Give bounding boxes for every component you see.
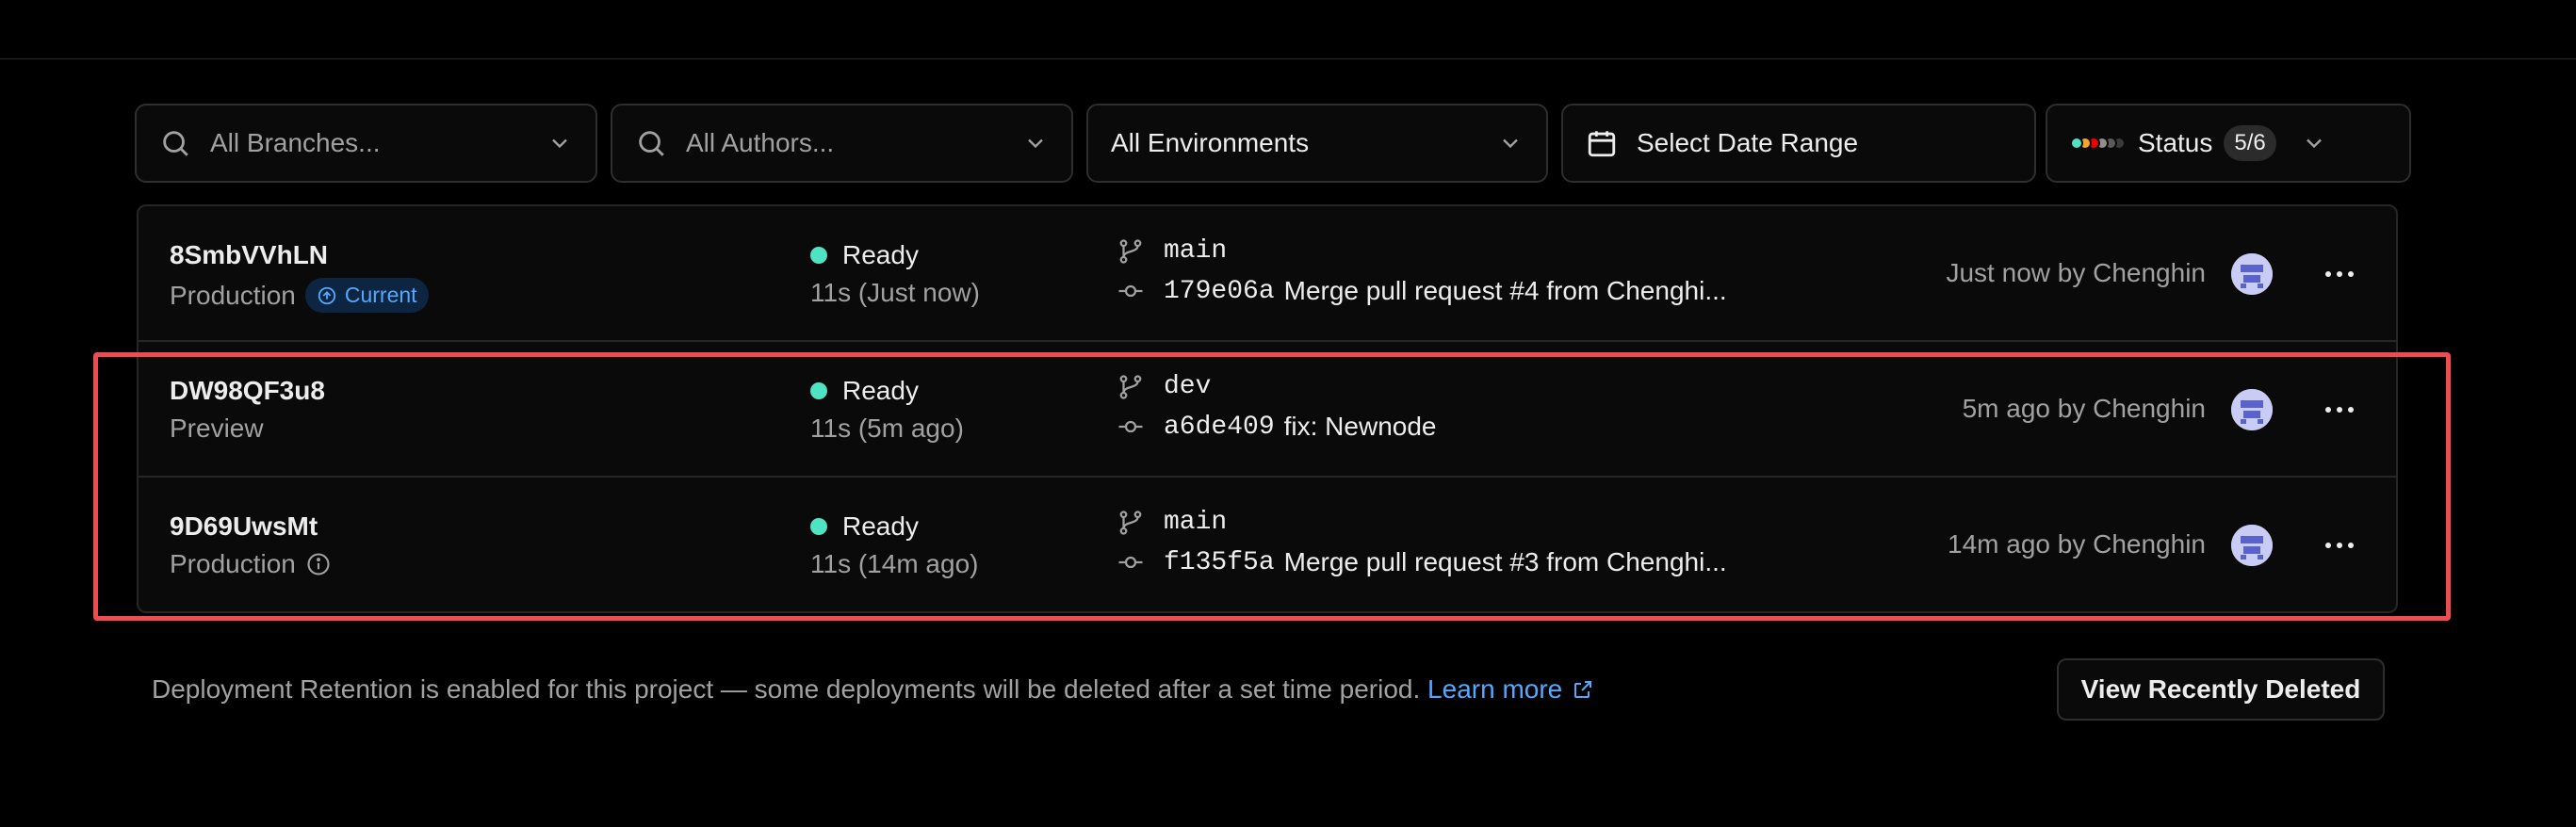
deployment-row[interactable]: DW98QF3u8 Preview Ready 11s (5m ago) dev… xyxy=(139,342,2396,478)
environments-select[interactable]: All Environments xyxy=(1086,104,1548,183)
ellipsis-dot xyxy=(2348,271,2354,277)
ellipsis-dot xyxy=(2337,271,2342,277)
deployment-environment: Production xyxy=(170,549,332,579)
commit-hash: 179e06a xyxy=(1164,276,1275,306)
date-range-label: Select Date Range xyxy=(1637,128,1859,157)
ellipsis-dot xyxy=(2325,271,2331,277)
environments-select-value: All Environments xyxy=(1111,128,1310,157)
git-branch-icon xyxy=(1119,510,1142,535)
git-commit-icon xyxy=(1118,420,1143,433)
status-text: Ready xyxy=(842,376,919,405)
deployment-status: Ready xyxy=(810,376,919,406)
avatar[interactable] xyxy=(2231,389,2273,430)
search-icon xyxy=(639,131,664,156)
git-branch-icon xyxy=(1119,238,1142,264)
branch-name: main xyxy=(1164,236,1228,266)
commit-hash: a6de409 xyxy=(1164,412,1275,442)
commit-message: fix: Newnode xyxy=(1283,412,1437,441)
current-badge-label: Current xyxy=(344,283,417,307)
deployment-status: Ready xyxy=(810,240,919,270)
calendar-icon xyxy=(1588,131,1616,157)
avatar-image xyxy=(2231,525,2273,566)
deployment-id[interactable]: 9D69UwsMt xyxy=(170,511,318,542)
learn-more-label: Learn more xyxy=(1427,674,1563,704)
deployment-duration: 11s (14m ago) xyxy=(810,549,979,578)
environment-label: Production xyxy=(170,549,296,578)
retention-notice-text: Deployment Retention is enabled for this… xyxy=(152,674,1421,704)
avatar-image xyxy=(2231,389,2273,430)
more-options-button[interactable] xyxy=(2321,391,2358,429)
branches-filter-placeholder: All Branches... xyxy=(210,128,381,157)
chevron-down-icon xyxy=(1503,138,1518,149)
status-text: Ready xyxy=(842,511,919,541)
ellipsis-dot xyxy=(2337,543,2342,548)
commit-hash: f135f5a xyxy=(1164,547,1275,577)
deployment-byline: 5m ago by Chenghin xyxy=(1962,394,2206,423)
deployment-duration: 11s (5m ago) xyxy=(810,414,964,443)
status-filter-label: Status xyxy=(2138,128,2213,157)
chevron-down-icon xyxy=(2306,138,2322,149)
chevron-down-icon xyxy=(552,138,567,149)
status-color-dot xyxy=(2070,137,2083,150)
branch-name: dev xyxy=(1164,372,1212,401)
deployment-id[interactable]: 8SmbVVhLN xyxy=(170,240,328,270)
authors-filter[interactable]: All Authors... xyxy=(611,104,1073,183)
current-badge: Current xyxy=(304,278,429,313)
retention-notice: Deployment Retention is enabled for this… xyxy=(152,674,1594,705)
deployment-row[interactable]: 8SmbVVhLN Production Current Ready 11s (… xyxy=(139,206,2396,342)
deployment-byline: 14m ago by Chenghin xyxy=(1948,529,2206,559)
avatar[interactable] xyxy=(2231,525,2273,566)
deployment-status: Ready xyxy=(810,511,919,542)
deployment-branch[interactable]: main xyxy=(1117,508,1227,537)
more-options-button[interactable] xyxy=(2321,255,2358,293)
environment-label: Preview xyxy=(170,414,264,443)
deployment-commit[interactable]: 179e06a Merge pull request #4 from Cheng… xyxy=(1117,276,1727,306)
deployment-byline: Just now by Chenghin xyxy=(1946,258,2206,287)
deployment-id[interactable]: DW98QF3u8 xyxy=(170,376,325,406)
deployment-row[interactable]: 9D69UwsMt Production Ready 11s (14m ago)… xyxy=(139,478,2396,611)
ellipsis-dot xyxy=(2348,407,2354,413)
branch-name: main xyxy=(1164,508,1228,537)
deployment-branch[interactable]: dev xyxy=(1117,372,1211,401)
environment-label: Production xyxy=(170,280,296,310)
branches-filter[interactable]: All Branches... xyxy=(135,104,597,183)
header-divider xyxy=(0,58,2576,59)
commit-message: Merge pull request #3 from Chenghi... xyxy=(1283,547,1727,576)
status-color-dots xyxy=(2070,137,2126,150)
commit-message: Merge pull request #4 from Chenghi... xyxy=(1283,276,1727,305)
ellipsis-dot xyxy=(2337,407,2342,413)
search-icon xyxy=(163,131,188,156)
avatar[interactable] xyxy=(2231,253,2273,295)
deployment-branch[interactable]: main xyxy=(1117,236,1227,266)
git-commit-icon xyxy=(1118,556,1143,569)
status-count-badge: 5/6 xyxy=(2224,125,2276,161)
git-branch-icon xyxy=(1119,374,1142,399)
date-range-picker[interactable]: Select Date Range xyxy=(1561,104,2036,183)
info-icon[interactable] xyxy=(305,551,332,577)
view-recently-deleted-button[interactable]: View Recently Deleted xyxy=(2057,658,2385,721)
deployment-environment: Preview xyxy=(170,414,264,444)
deployments-list: 8SmbVVhLN Production Current Ready 11s (… xyxy=(137,204,2398,613)
ready-status-dot xyxy=(810,518,827,535)
ellipsis-dot xyxy=(2348,543,2354,548)
avatar-image xyxy=(2231,253,2273,295)
deployment-environment: Production Current xyxy=(170,278,429,313)
deployment-duration: 11s (Just now) xyxy=(810,278,980,307)
arrow-up-circle-icon xyxy=(318,286,336,304)
ellipsis-dot xyxy=(2325,407,2331,413)
chevron-down-icon xyxy=(1028,138,1043,149)
ready-status-dot xyxy=(810,247,827,264)
authors-filter-placeholder: All Authors... xyxy=(686,128,835,157)
status-filter[interactable]: Status 5/6 xyxy=(2046,104,2411,183)
status-text: Ready xyxy=(842,240,919,269)
external-link-icon xyxy=(1574,681,1592,698)
ellipsis-dot xyxy=(2325,543,2331,548)
ready-status-dot xyxy=(810,382,827,399)
deployment-commit[interactable]: f135f5a Merge pull request #3 from Cheng… xyxy=(1117,547,1727,577)
learn-more-link[interactable]: Learn more xyxy=(1427,674,1594,705)
git-commit-icon xyxy=(1118,284,1143,298)
deployment-commit[interactable]: a6de409 fix: Newnode xyxy=(1117,412,1437,442)
more-options-button[interactable] xyxy=(2321,527,2358,564)
